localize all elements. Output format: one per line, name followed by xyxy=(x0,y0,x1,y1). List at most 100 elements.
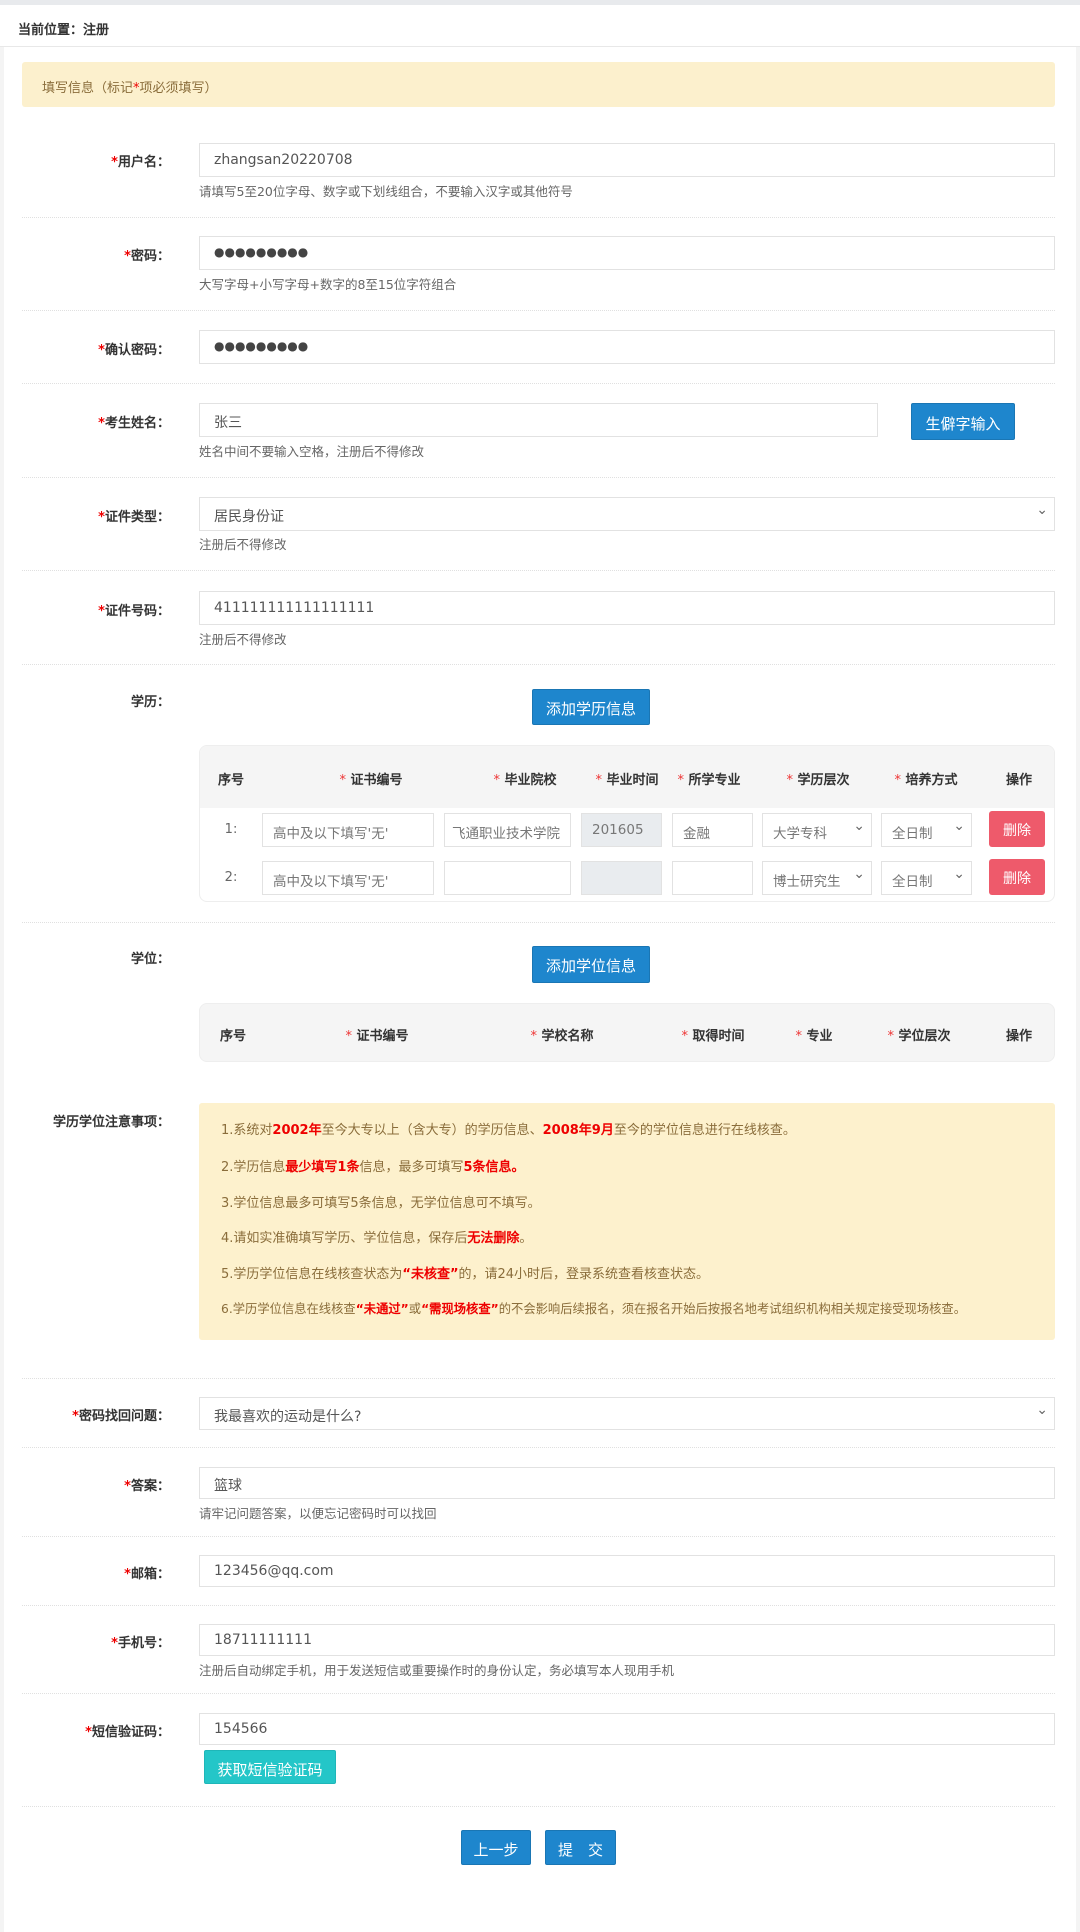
cert-no-input[interactable]: 411111111111111111 xyxy=(199,591,1055,625)
divider xyxy=(22,217,1055,218)
major-input[interactable]: 金融 xyxy=(672,813,753,847)
required-star: * xyxy=(72,1409,79,1424)
cert-type-select[interactable]: 居民身份证 xyxy=(199,497,1055,531)
col-major: * 所学专业 xyxy=(677,769,740,788)
major-input[interactable] xyxy=(672,861,753,895)
notice-text-end: 项必须填写） xyxy=(139,81,218,96)
education-label: 学历： xyxy=(130,695,170,710)
label-text: 短信验证码： xyxy=(91,1725,170,1740)
get-sms-code-button[interactable]: 获取短信验证码 xyxy=(204,1750,336,1784)
answer-input[interactable]: 篮球 xyxy=(199,1467,1055,1499)
required-star: * xyxy=(894,773,901,788)
name-label: *考生姓名： xyxy=(0,412,170,431)
delete-button[interactable]: 删除 xyxy=(989,811,1045,847)
submit-button[interactable]: 提 交 xyxy=(545,1830,616,1865)
school-input[interactable] xyxy=(444,861,571,895)
required-star: * xyxy=(677,773,684,788)
header-text: 所学专业 xyxy=(688,773,741,788)
header-text: 培养方式 xyxy=(905,773,958,788)
required-star: * xyxy=(124,1567,131,1582)
header-text: 证书编号 xyxy=(350,773,403,788)
col-level: * 学历层次 xyxy=(786,769,849,788)
note-highlight: 最少填写1条 xyxy=(285,1160,360,1175)
phone-input[interactable]: 18711111111 xyxy=(199,1624,1055,1656)
col-no: 序号 xyxy=(217,773,245,788)
note-text: 至今的学位信息进行在线核查。 xyxy=(613,1123,796,1138)
phone-label: *手机号： xyxy=(0,1632,170,1651)
add-degree-button[interactable]: 添加学位信息 xyxy=(532,946,650,983)
divider xyxy=(22,570,1055,571)
confirm-password-label: *确认密码： xyxy=(0,339,170,358)
required-star: * xyxy=(111,155,118,170)
delete-button[interactable]: 删除 xyxy=(989,859,1045,895)
note-text: 至今大专以上（含大专）的学历信息、 xyxy=(321,1123,543,1138)
required-star: * xyxy=(345,1029,352,1044)
divider xyxy=(22,664,1055,665)
col-time: * 毕业时间 xyxy=(595,769,658,788)
note-text: 2.学历信息 xyxy=(221,1160,286,1175)
label-text: 密码找回问题： xyxy=(78,1409,170,1424)
prev-step-button[interactable]: 上一步 xyxy=(461,1830,531,1865)
mode-select[interactable]: 全日制 xyxy=(881,861,972,895)
note-text: 。 xyxy=(519,1231,533,1246)
label-text: 密码： xyxy=(130,249,170,264)
required-star: * xyxy=(887,1029,894,1044)
password-input[interactable]: ●●●●●●●●● xyxy=(199,236,1055,270)
label-text: 证件类型： xyxy=(104,510,170,525)
divider xyxy=(22,1378,1055,1379)
label-text: 考生姓名： xyxy=(104,416,170,431)
email-label: *邮箱： xyxy=(0,1563,170,1582)
note-highlight: 无法删除 xyxy=(467,1231,520,1246)
rare-char-input-button[interactable]: 生僻字输入 xyxy=(911,403,1015,440)
cert-no-input[interactable]: 高中及以下填写'无' xyxy=(262,813,434,847)
selected-value: 全日制 xyxy=(892,826,933,842)
right-border xyxy=(1076,47,1080,1932)
email-input[interactable]: 123456@qq.com xyxy=(199,1555,1055,1587)
divider xyxy=(22,1605,1055,1606)
password-hint: 大写字母+小写字母+数字的8至15位字符组合 xyxy=(199,277,457,292)
required-star: * xyxy=(530,1029,537,1044)
sms-code-input[interactable]: 154566 xyxy=(199,1713,1055,1745)
row-number: 2: xyxy=(224,870,238,885)
note-5: 5.学历学位信息在线核查状态为“未核查”的，请24小时后，登录系统查看核查状态。 xyxy=(221,1263,709,1282)
grad-time-input: 201605 xyxy=(581,813,662,847)
divider xyxy=(22,1693,1055,1694)
required-star: * xyxy=(98,416,105,431)
col-action: 操作 xyxy=(1005,1029,1033,1044)
username-input[interactable]: zhangsan20220708 xyxy=(199,143,1055,177)
security-question-select[interactable]: 我最喜欢的运动是什么? xyxy=(199,1397,1055,1430)
required-star: * xyxy=(124,249,131,264)
row-number: 1: xyxy=(224,822,238,837)
mode-select[interactable]: 全日制 xyxy=(881,813,972,847)
divider xyxy=(22,477,1055,478)
note-text: 的，请24小时后，登录系统查看核查状态。 xyxy=(458,1267,710,1282)
note-text: 3.学位信息最多可填写5条信息，无学位信息可不填写。 xyxy=(221,1196,541,1211)
note-text: 的不会影响后续报名，须在报名开始后按报名地考试组织机构相关规定接受现场核查。 xyxy=(498,1302,967,1316)
note-1: 1.系统对2002年至今大专以上（含大专）的学历信息、2008年9月至今的学位信… xyxy=(221,1119,796,1138)
name-hint: 姓名中间不要输入空格，注册后不得修改 xyxy=(199,444,425,459)
sms-label: *短信验证码： xyxy=(0,1721,170,1740)
note-highlight: “需现场核查” xyxy=(421,1302,499,1316)
notice-text: 填写信息（标记 xyxy=(42,81,134,96)
level-select[interactable]: 博士研究生 xyxy=(762,861,872,895)
label-text: 手机号： xyxy=(117,1636,170,1651)
selected-value: 大学专科 xyxy=(773,826,827,842)
answer-label: *答案： xyxy=(0,1475,170,1494)
name-input[interactable]: 张三 xyxy=(199,403,878,437)
level-select[interactable]: 大学专科 xyxy=(762,813,872,847)
note-text: 或 xyxy=(408,1302,422,1316)
divider xyxy=(22,383,1055,384)
divider xyxy=(22,922,1055,923)
required-star: * xyxy=(595,773,602,788)
required-star: * xyxy=(786,773,793,788)
school-input[interactable]: 飞通职业技术学院 xyxy=(444,813,571,847)
label-text: 证件号码： xyxy=(104,604,170,619)
cert-no-input[interactable]: 高中及以下填写'无' xyxy=(262,861,434,895)
header-text: 专业 xyxy=(806,1029,833,1044)
note-3: 3.学位信息最多可填写5条信息，无学位信息可不填写。 xyxy=(221,1192,541,1211)
add-education-button[interactable]: 添加学历信息 xyxy=(532,689,650,725)
confirm-password-input[interactable]: ●●●●●●●●● xyxy=(199,330,1055,364)
header-text: 证书编号 xyxy=(356,1029,409,1044)
selected-value: 居民身份证 xyxy=(214,509,284,525)
required-star: * xyxy=(124,1479,131,1494)
